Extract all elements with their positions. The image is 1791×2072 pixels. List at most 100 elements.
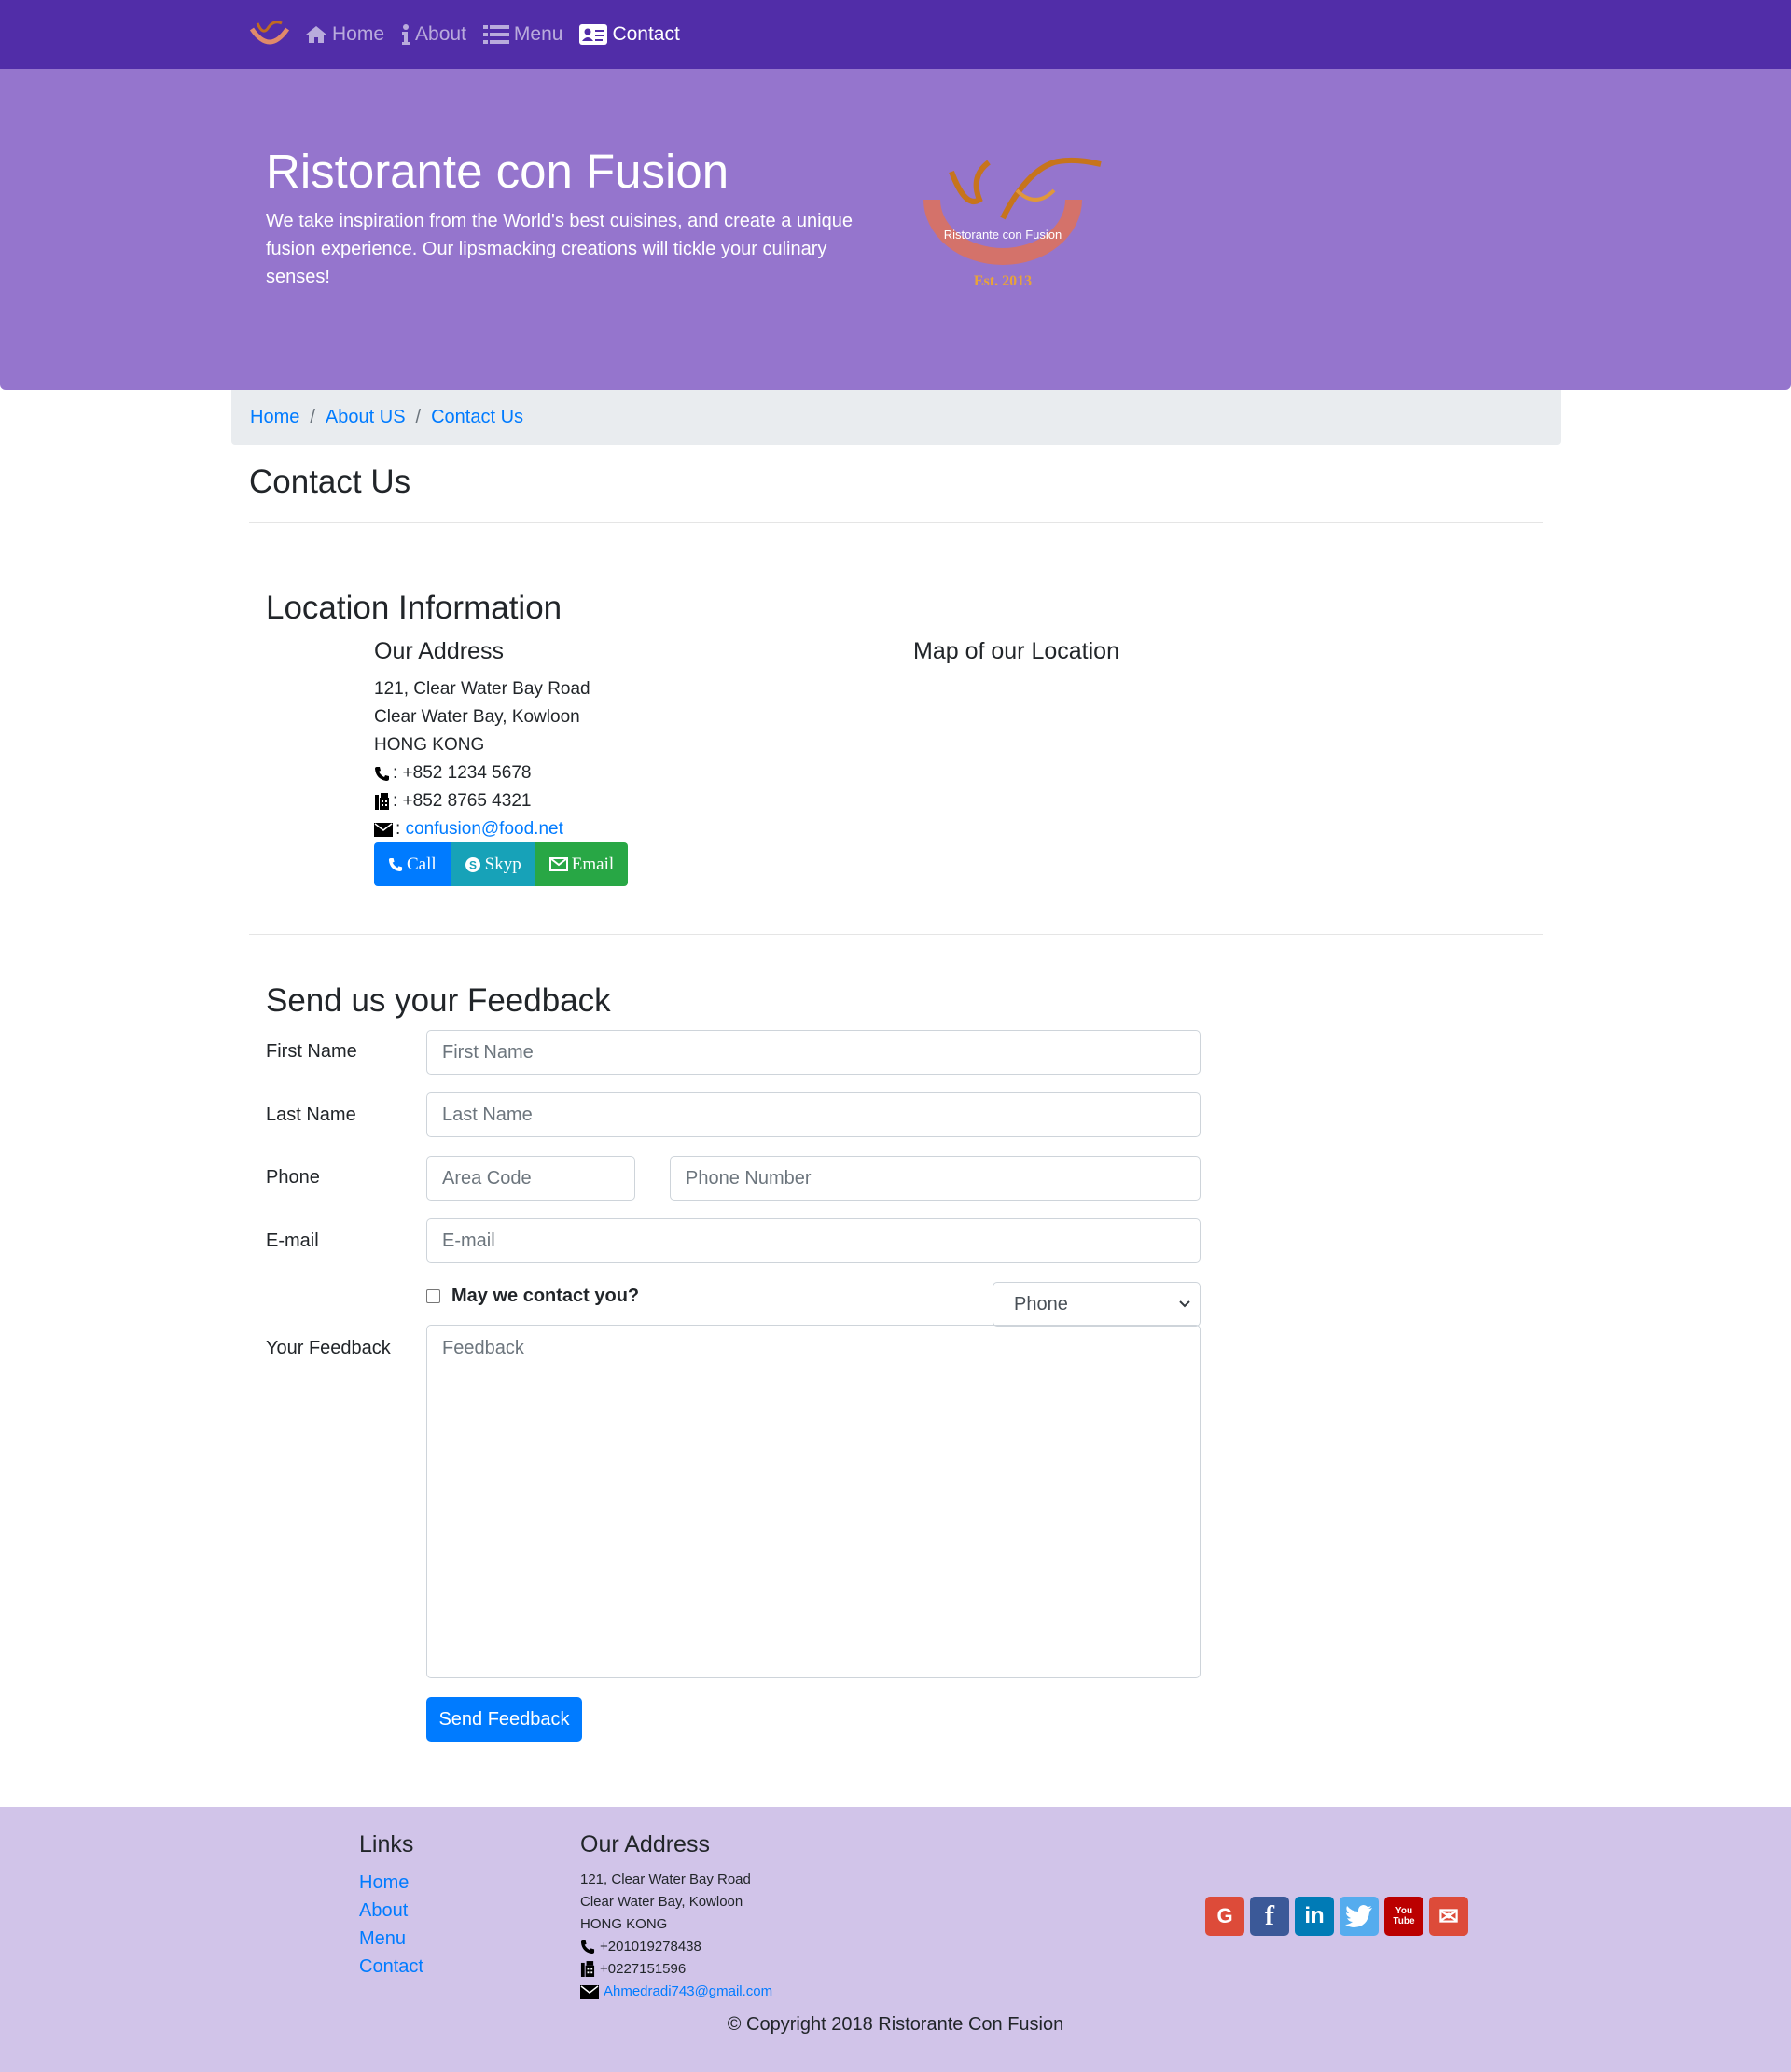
fax-icon [580, 1961, 595, 1977]
footer-links: Home About Menu Contact [359, 1869, 423, 1981]
footer-link-about[interactable]: About [359, 1900, 408, 1921]
linkedin-icon[interactable]: in [1295, 1897, 1334, 1936]
address-card-icon [579, 24, 608, 45]
first-name-input[interactable]: First Name [426, 1030, 1201, 1075]
email-button-label: Email [571, 854, 615, 874]
contact-approval: May we contact you? [426, 1286, 639, 1307]
feedback-heading: Send us your Feedback [266, 982, 611, 1019]
breadcrumb-contact[interactable]: Contact Us [431, 407, 523, 428]
facebook-icon[interactable]: f [1250, 1897, 1289, 1936]
footer-link-contact[interactable]: Contact [359, 1956, 423, 1977]
info-icon [402, 24, 410, 45]
contact-button-group: Call S Skyp Email [374, 842, 629, 886]
breadcrumb-about[interactable]: About US [326, 407, 406, 428]
nav-menu-label: Menu [513, 23, 563, 45]
phone-icon [375, 766, 389, 781]
twitter-bird-icon [1345, 1905, 1372, 1927]
list-icon [482, 25, 509, 44]
home-icon [306, 26, 326, 43]
skype-button[interactable]: S Skyp [450, 842, 535, 886]
logo-name-text: Ristorante con Fusion [944, 228, 1062, 242]
svg-text:S: S [469, 858, 477, 871]
area-code-placeholder: Area Code [442, 1167, 532, 1189]
google-icon[interactable]: G [1205, 1897, 1244, 1936]
feedback-placeholder: Feedback [442, 1338, 524, 1358]
linkedin-glyph: in [1304, 1903, 1325, 1928]
area-code-input[interactable]: Area Code [426, 1156, 635, 1201]
call-button-label: Call [407, 854, 437, 874]
contact-checkbox-label: May we contact you? [451, 1286, 640, 1306]
phone-number-input[interactable]: Phone Number [670, 1156, 1201, 1201]
contact-checkbox[interactable] [426, 1289, 440, 1303]
contact-method-value: Phone [1014, 1293, 1068, 1314]
email-input[interactable]: E-mail [426, 1218, 1201, 1263]
mail-icon[interactable]: ✉ [1429, 1897, 1468, 1936]
restaurant-title: Ristorante con Fusion [266, 145, 729, 198]
map-heading: Map of our Location [913, 638, 1119, 664]
phone-text: : +852 1234 5678 [393, 763, 532, 783]
chevron-down-icon [1179, 1300, 1190, 1308]
nav-about[interactable]: About [401, 23, 466, 46]
contact-method-select[interactable]: Phone [993, 1282, 1201, 1327]
footer: Links Home About Menu Contact Our Addres… [0, 1807, 1791, 2072]
breadcrumb: Home / About US / Contact Us [231, 390, 1561, 445]
first-name-placeholder: First Name [442, 1041, 534, 1063]
address-line: Clear Water Bay, Kowloon [374, 707, 580, 727]
phone-icon [388, 857, 403, 871]
location-heading: Location Information [266, 590, 562, 626]
phone-label: Phone [266, 1167, 320, 1188]
skype-button-label: Skyp [484, 854, 521, 874]
nav-contact[interactable]: Contact [579, 23, 680, 46]
navbar: Home About Menu Contact [0, 0, 1791, 69]
nav-home[interactable]: Home [305, 23, 384, 46]
fax-icon [375, 792, 389, 810]
call-button[interactable]: Call [374, 842, 451, 886]
breadcrumb-separator: / [310, 407, 315, 427]
feedback-label: Your Feedback [266, 1338, 391, 1358]
breadcrumb-home[interactable]: Home [250, 407, 299, 428]
divider [249, 522, 1543, 523]
email-button[interactable]: Email [535, 842, 629, 886]
phone-number-placeholder: Phone Number [686, 1167, 812, 1189]
jumbotron: Ristorante con Fusion We take inspiratio… [0, 69, 1791, 390]
brand-logo[interactable] [247, 16, 292, 53]
restaurant-logo: Est. 2013 Ristorante con Fusion [914, 153, 1110, 293]
last-name-placeholder: Last Name [442, 1104, 533, 1125]
footer-address-line: HONG KONG [580, 1916, 668, 1932]
address-line: HONG KONG [374, 735, 485, 755]
phone-icon [580, 1940, 595, 1954]
twitter-icon[interactable]: t [1340, 1897, 1379, 1936]
footer-email-link[interactable]: Ahmedradi743@gmail.com [604, 1981, 772, 2003]
nav-home-label: Home [332, 23, 385, 45]
footer-link-menu[interactable]: Menu [359, 1928, 406, 1949]
social-links: G f in t You Tube ✉ [1205, 1897, 1468, 1936]
footer-address: 121, Clear Water Bay Road Clear Water Ba… [580, 1869, 772, 2003]
page-title: Contact Us [249, 464, 411, 500]
youtube-icon[interactable]: You Tube [1384, 1897, 1423, 1936]
email-label: E-mail [266, 1231, 319, 1251]
nav-about-label: About [415, 23, 466, 45]
facebook-glyph: f [1265, 1900, 1274, 1931]
email-link[interactable]: confusion@food.net [406, 815, 563, 843]
restaurant-description: We take inspiration from the World's bes… [266, 211, 853, 287]
envelope-icon [548, 857, 568, 871]
first-name-label: First Name [266, 1041, 357, 1062]
address-heading: Our Address [374, 638, 504, 664]
fax-text: : +852 8765 4321 [393, 791, 532, 811]
address-line: 121, Clear Water Bay Road [374, 679, 590, 699]
send-feedback-button[interactable]: Send Feedback [426, 1697, 582, 1742]
feedback-textarea[interactable]: Feedback [426, 1325, 1201, 1678]
last-name-label: Last Name [266, 1105, 356, 1125]
copyright: © Copyright 2018 Ristorante Con Fusion [727, 2014, 1064, 2035]
footer-address-line: Clear Water Bay, Kowloon [580, 1894, 743, 1910]
footer-address-heading: Our Address [580, 1831, 710, 1857]
footer-fax: +0227151596 [600, 1961, 687, 1977]
envelope-icon [580, 1984, 599, 1999]
youtube-glyph: You Tube [1393, 1906, 1415, 1926]
footer-link-home[interactable]: Home [359, 1872, 409, 1893]
last-name-input[interactable]: Last Name [426, 1092, 1201, 1137]
email-placeholder: E-mail [442, 1230, 495, 1251]
google-glyph: G [1216, 1904, 1233, 1927]
skype-icon: S [465, 856, 480, 872]
nav-menu[interactable]: Menu [482, 23, 563, 46]
